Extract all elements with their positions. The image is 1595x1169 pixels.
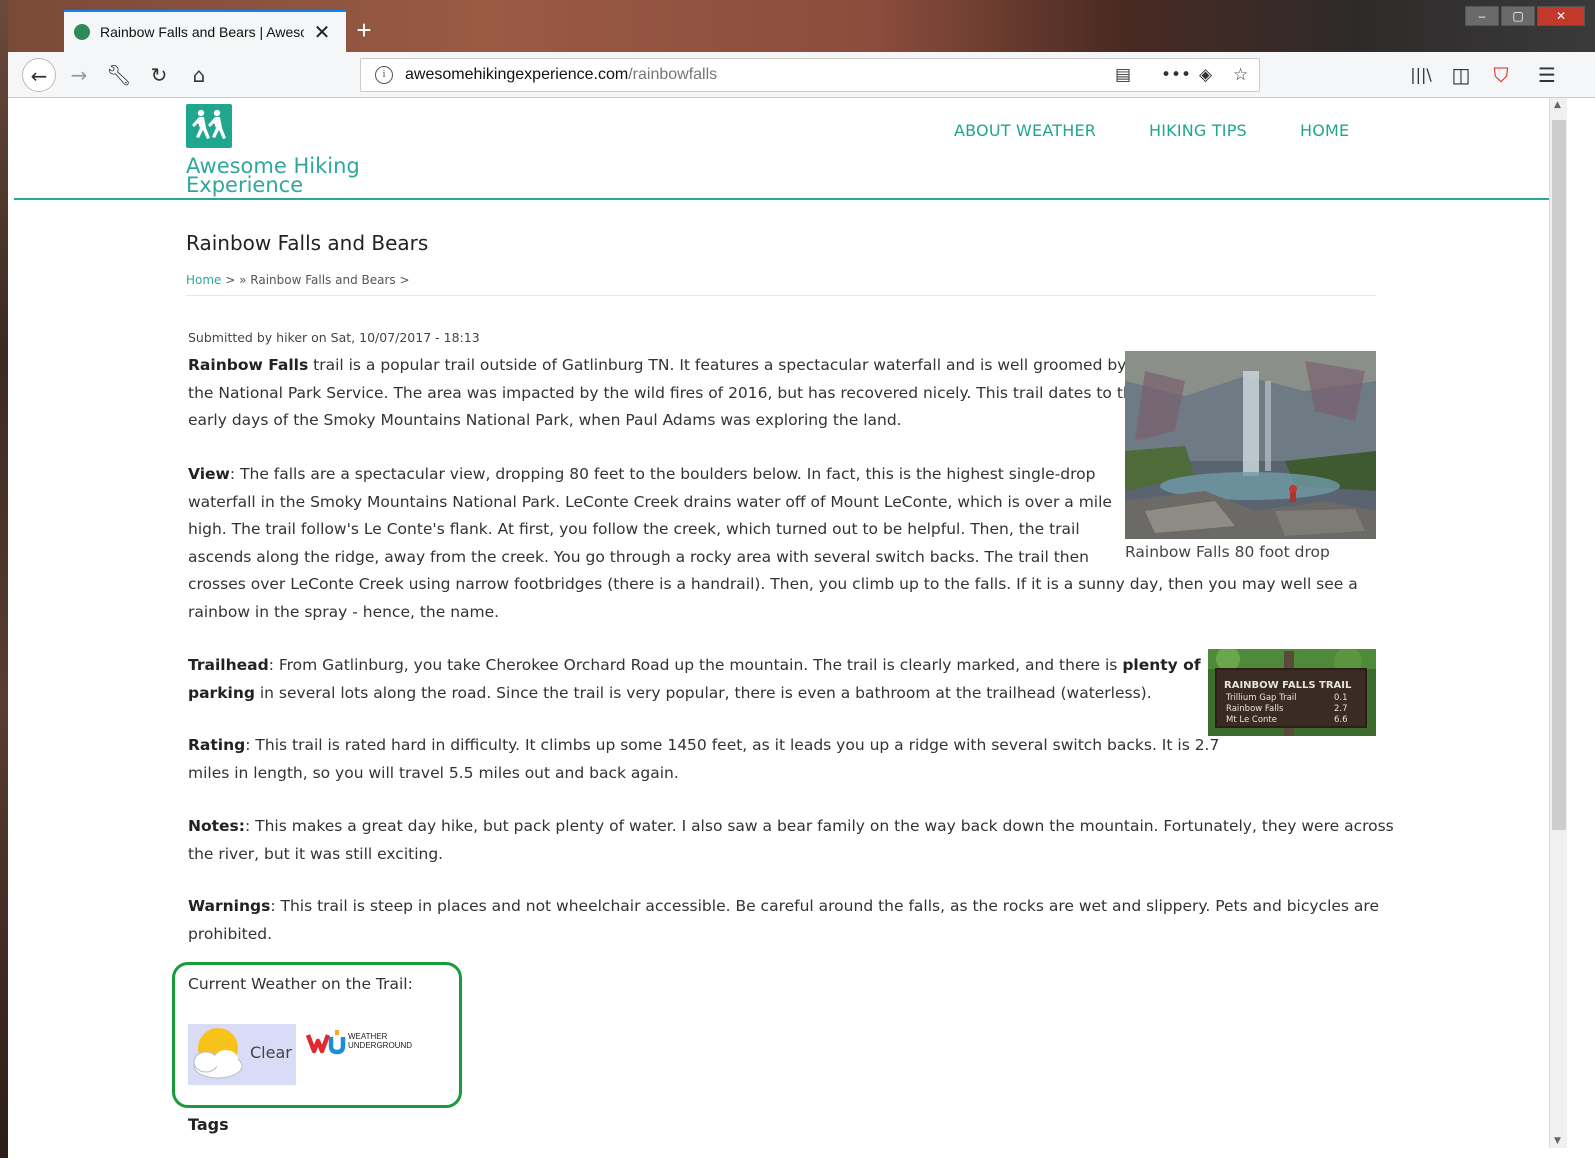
submitted-by: Submitted by hiker on Sat, 10/07/2017 - … xyxy=(188,330,480,345)
strong-text: parking xyxy=(188,683,255,702)
text-line: : This makes a great day hike, but pack … xyxy=(244,817,1394,835)
sign-row-name: Trillium Gap Trail xyxy=(1225,693,1297,703)
weather-label: Current Weather on the Trail: xyxy=(188,975,413,993)
scroll-down-arrow-icon[interactable]: ▼ xyxy=(1554,1136,1561,1146)
url-host: awesomehikingexperience.com xyxy=(405,66,629,83)
strong-text: Warnings xyxy=(188,897,271,915)
desktop-background xyxy=(0,0,8,1169)
nav-home[interactable]: HOME xyxy=(1300,121,1349,140)
pocket-icon[interactable]: ◈ xyxy=(1199,65,1212,85)
window-bottom-edge xyxy=(0,1158,1595,1169)
browser-window: Rainbow Falls and Bears | Awesome Hiking… xyxy=(0,0,1595,1169)
nav-about-weather[interactable]: ABOUT WEATHER xyxy=(954,121,1096,140)
wrench-icon[interactable]: 🔧︎ xyxy=(102,58,136,92)
text-line: : The falls are a spectacular view, drop… xyxy=(229,465,1096,483)
home-button[interactable]: ⌂ xyxy=(182,58,216,92)
strong-text: Trailhead xyxy=(188,656,269,674)
strong-text: plenty of xyxy=(1122,656,1201,674)
tab-close-icon[interactable]: ✕ xyxy=(312,20,332,45)
site-info-icon[interactable]: i xyxy=(375,66,393,84)
shield-icon[interactable]: ⛉ xyxy=(1484,58,1518,92)
text-line: : This trail is steep in places and not … xyxy=(270,897,1379,915)
text-line: : From Gatlinburg, you take Cherokee Orc… xyxy=(268,656,1123,674)
window-controls: – ▢ ✕ xyxy=(1463,6,1585,26)
scroll-up-arrow-icon[interactable]: ▲ xyxy=(1554,100,1561,110)
text-line: the National Park Service. The area was … xyxy=(188,383,1143,402)
sign-row-name: Mt Le Conte xyxy=(1226,715,1277,725)
nav-hiking-tips[interactable]: HIKING TIPS xyxy=(1149,121,1247,140)
sign-row-name: Rainbow Falls xyxy=(1226,704,1284,714)
wu-logo-line1: WEATHER xyxy=(348,1032,388,1041)
sidebar-icon[interactable]: ◫ xyxy=(1444,58,1478,92)
site-logo-text[interactable]: Awesome Hiking Experience xyxy=(186,156,386,196)
back-button[interactable]: ← xyxy=(22,58,56,92)
navigation-toolbar: ← → 🔧︎ ↻ ⌂ i awesomehikingexperience.com… xyxy=(8,52,1595,98)
sign-row-dist: 2.7 xyxy=(1334,704,1348,714)
strong-text: Rainbow Falls xyxy=(188,356,309,374)
vertical-scrollbar[interactable]: ▲ ▼ xyxy=(1549,98,1567,1148)
breadcrumb-trail: > » Rainbow Falls and Bears > xyxy=(221,273,410,287)
page-title: Rainbow Falls and Bears xyxy=(186,231,429,255)
page-actions-icon[interactable]: ••• xyxy=(1161,65,1191,85)
paragraph-intro: Rainbow Falls trail is a popular trail o… xyxy=(188,352,1142,435)
url-bar[interactable]: i awesomehikingexperience.com /rainbowfa… xyxy=(360,58,1260,92)
sign-title: RAINBOW FALLS TRAIL xyxy=(1224,680,1352,691)
tab-title: Rainbow Falls and Bears | Awesome Hiking… xyxy=(100,24,304,40)
sign-row-dist: 0.1 xyxy=(1334,693,1348,703)
breadcrumb: Home > » Rainbow Falls and Bears > xyxy=(186,273,410,287)
text-line: trail is a popular trail outside of Gatl… xyxy=(308,356,1127,374)
active-tab[interactable]: Rainbow Falls and Bears | Awesome Hiking… xyxy=(64,10,346,52)
hamburger-menu-icon[interactable]: ☰ xyxy=(1530,58,1564,92)
text-line: the river, but it was still exciting. xyxy=(188,844,444,863)
paragraph-warnings: Warnings: This trail is steep in places … xyxy=(188,893,1379,948)
new-tab-button[interactable]: + xyxy=(348,14,380,46)
text-line: prohibited. xyxy=(188,924,273,943)
text-line: rainbow in the spray - hence, the name. xyxy=(188,602,500,621)
forward-button[interactable]: → xyxy=(62,58,96,92)
paragraph-trailhead: Trailhead: From Gatlinburg, you take Che… xyxy=(188,652,1201,707)
breadcrumb-home-link[interactable]: Home xyxy=(186,273,221,287)
text-line: waterfall in the Smoky Mountains Nationa… xyxy=(188,492,1112,511)
tab-strip: Rainbow Falls and Bears | Awesome Hiking… xyxy=(8,0,1595,52)
paragraph-view: View: The falls are a spectacular view, … xyxy=(188,461,1358,626)
wu-logo-line2: UNDERGROUND xyxy=(348,1041,412,1050)
library-icon[interactable]: |||\ xyxy=(1404,58,1438,92)
site-favicon-icon xyxy=(74,24,90,40)
divider xyxy=(186,295,1376,296)
minimize-button[interactable]: – xyxy=(1465,6,1499,26)
paragraph-notes: Notes:: This makes a great day hike, but… xyxy=(188,813,1394,868)
trail-sign-photo[interactable]: RAINBOW FALLS TRAIL Trillium Gap Trail 0… xyxy=(1208,649,1376,736)
text-line: in several lots along the road. Since th… xyxy=(254,683,1152,702)
text-line: crosses over LeConte Creek using narrow … xyxy=(188,575,1358,593)
partly-sunny-icon xyxy=(193,1028,243,1079)
weather-underground-logo[interactable]: WEATHER UNDERGROUND xyxy=(305,1027,421,1057)
text-line: miles in length, so you will travel 5.5 … xyxy=(188,763,679,782)
paragraph-rating: Rating: This trail is rated hard in diff… xyxy=(188,732,1219,787)
url-path: /rainbowfalls xyxy=(628,66,718,83)
text-line: ascends along the ridge, away from the c… xyxy=(188,547,1089,566)
sign-row-dist: 6.6 xyxy=(1334,715,1348,725)
scrollbar-thumb[interactable] xyxy=(1552,120,1566,830)
text-line: : This trail is rated hard in difficulty… xyxy=(245,736,1220,754)
reader-view-icon[interactable]: ▤ xyxy=(1115,65,1131,85)
hikers-logo-icon[interactable] xyxy=(186,104,232,148)
reload-button[interactable]: ↻ xyxy=(142,58,176,92)
site-header: Awesome Hiking Experience ABOUT WEATHER … xyxy=(14,99,1549,200)
strong-text: View xyxy=(188,465,230,483)
text-line: high. The trail follow's Le Conte's flan… xyxy=(188,520,1080,538)
strong-text: Rating xyxy=(188,736,246,754)
tags-heading: Tags xyxy=(188,1115,229,1134)
web-page: Awesome Hiking Experience ABOUT WEATHER … xyxy=(14,99,1549,1159)
weather-widget[interactable]: Clear xyxy=(188,1024,296,1085)
bookmark-star-icon[interactable]: ☆ xyxy=(1233,65,1248,85)
weather-condition: Clear xyxy=(250,1043,292,1062)
window-close-button[interactable]: ✕ xyxy=(1537,6,1585,26)
text-line: early days of the Smoky Mountains Nation… xyxy=(188,411,902,429)
maximize-button[interactable]: ▢ xyxy=(1501,6,1535,26)
strong-text: Notes: xyxy=(188,817,245,835)
